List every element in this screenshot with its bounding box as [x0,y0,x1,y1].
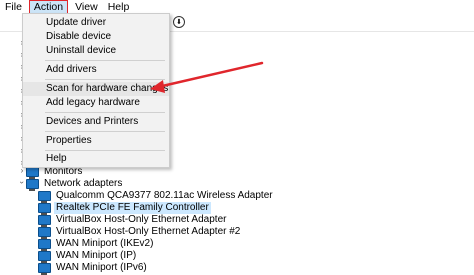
tree-node-adapter[interactable]: Qualcomm QCA9377 802.11ac Wireless Adapt… [38,190,273,203]
network-adapter-icon [38,239,51,251]
menu-item-scan-hardware[interactable]: Scan for hardware changes [23,82,169,96]
adapter-label: Qualcomm QCA9377 802.11ac Wireless Adapt… [56,190,273,201]
tree-node-label: Network adapters [44,178,123,189]
tree-node-adapter[interactable]: VirtualBox Host-Only Ethernet Adapter #2 [38,226,241,239]
adapter-label: Realtek PCIe FE Family Controller [54,202,211,214]
action-dropdown-menu: Update driver Disable device Uninstall d… [22,13,170,168]
menu-separator [45,150,165,151]
adapter-label: VirtualBox Host-Only Ethernet Adapter #2 [56,226,241,237]
network-adapter-icon [38,203,51,215]
menu-item-disable-device[interactable]: Disable device [23,30,169,44]
network-adapter-icon [38,215,51,227]
network-adapter-icon [26,179,39,191]
tree-node-adapter[interactable]: WAN Miniport (IKEv2) [38,238,154,251]
menu-separator [45,131,165,132]
tree-node-adapter[interactable]: VirtualBox Host-Only Ethernet Adapter [38,214,227,227]
menu-item-add-legacy-hardware[interactable]: Add legacy hardware [23,96,169,110]
tree-node-adapter-selected[interactable]: Realtek PCIe FE Family Controller [38,202,211,215]
tree-node-adapter[interactable]: WAN Miniport (IPv6) [38,262,147,275]
menu-item-update-driver[interactable]: Update driver [23,16,169,30]
monitor-icon [26,167,39,179]
menu-help[interactable]: Help [103,0,135,14]
menu-action[interactable]: Action [28,0,69,14]
adapter-label: VirtualBox Host-Only Ethernet Adapter [56,214,227,225]
network-adapter-icon [38,251,51,263]
menu-file[interactable]: File [0,0,27,14]
network-adapter-icon [38,263,51,275]
menu-view[interactable]: View [70,0,103,14]
menu-item-uninstall-device[interactable]: Uninstall device [23,44,169,58]
menu-item-add-drivers[interactable]: Add drivers [23,63,169,77]
menu-separator [45,79,165,80]
adapter-label: WAN Miniport (IPv6) [56,262,147,273]
menu-item-properties[interactable]: Properties [23,134,169,148]
menu-separator [45,60,165,61]
menu-item-help[interactable]: Help [23,152,169,166]
network-adapter-icon [38,191,51,203]
adapter-label: WAN Miniport (IKEv2) [56,238,154,249]
menu-item-devices-printers[interactable]: Devices and Printers [23,115,169,129]
menu-bar: File Action View Help [0,0,474,14]
tree-node-adapter[interactable]: WAN Miniport (IP) [38,250,137,263]
network-adapter-icon [38,227,51,239]
tree-node-network-adapters[interactable]: Network adapters [26,178,123,191]
download-arrow-icon[interactable]: ⬇ [173,16,185,28]
adapter-label: WAN Miniport (IP) [56,250,137,261]
menu-separator [45,112,165,113]
